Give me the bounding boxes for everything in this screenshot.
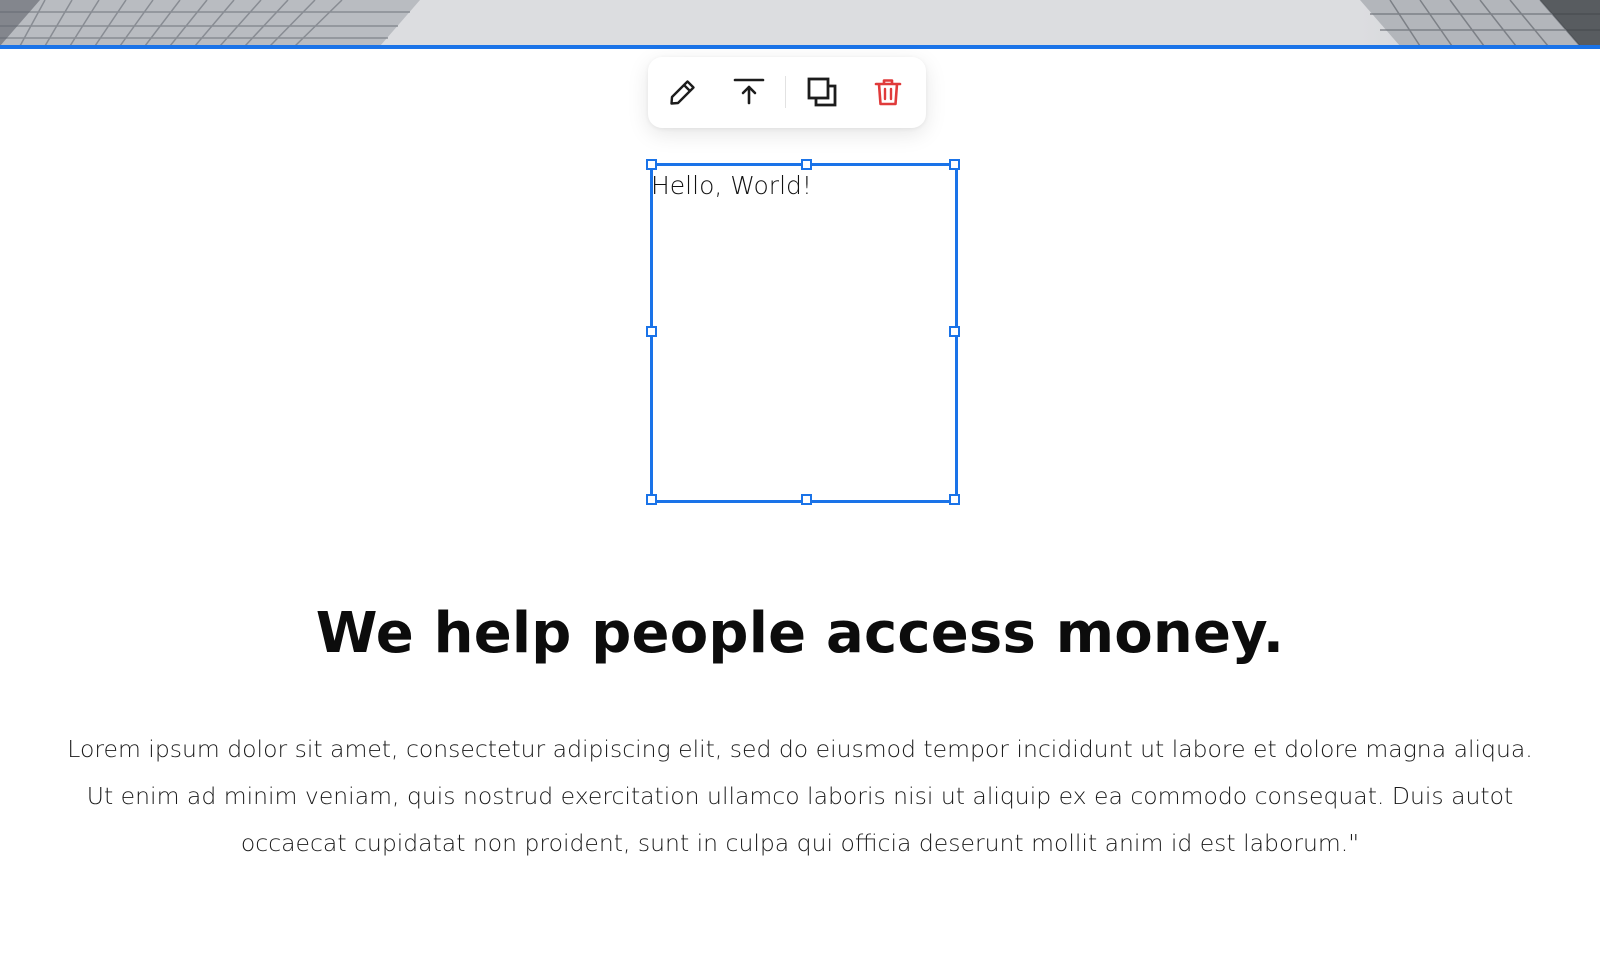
element-toolbar bbox=[648, 57, 926, 128]
selected-text-box[interactable]: Hello, World! bbox=[646, 159, 960, 505]
page-headline: We help people access money. bbox=[315, 601, 1285, 666]
edit-button[interactable] bbox=[659, 68, 707, 116]
duplicate-icon bbox=[807, 77, 837, 107]
resize-handle-bottom[interactable] bbox=[801, 494, 812, 505]
banner-image[interactable] bbox=[0, 0, 1600, 46]
resize-handle-bottom-left[interactable] bbox=[646, 494, 657, 505]
toolbar-divider bbox=[785, 76, 786, 108]
resize-handle-right[interactable] bbox=[949, 326, 960, 337]
delete-button[interactable] bbox=[864, 68, 912, 116]
text-box-content[interactable]: Hello, World! bbox=[651, 170, 812, 202]
resize-handle-top-right[interactable] bbox=[949, 159, 960, 170]
resize-handle-left[interactable] bbox=[646, 326, 657, 337]
page: Hello, World! We help people access mone… bbox=[0, 0, 1600, 971]
trash-icon bbox=[874, 79, 902, 106]
resize-handle-top[interactable] bbox=[801, 159, 812, 170]
body-paragraph: Lorem ipsum dolor sit amet, consectetur … bbox=[67, 735, 1533, 857]
duplicate-button[interactable] bbox=[798, 68, 846, 116]
move-to-top-button[interactable] bbox=[725, 68, 773, 116]
building-photo bbox=[0, 0, 1600, 46]
banner-selection-outline bbox=[0, 45, 1600, 49]
resize-handle-bottom-right[interactable] bbox=[949, 494, 960, 505]
resize-handle-top-left[interactable] bbox=[646, 159, 657, 170]
pencil-icon bbox=[670, 80, 695, 105]
arrow-up-to-line-icon bbox=[733, 78, 765, 105]
